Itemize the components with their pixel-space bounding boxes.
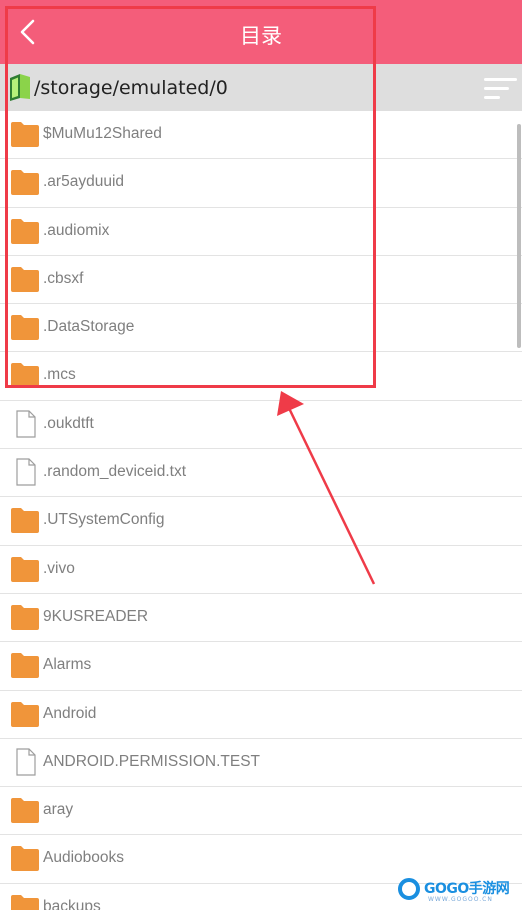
file-list-item[interactable]: Alarms bbox=[0, 642, 522, 691]
folder-icon bbox=[10, 555, 40, 583]
file-name: $MuMu12Shared bbox=[43, 125, 162, 142]
folder-icon bbox=[10, 168, 40, 196]
file-list-item[interactable]: ANDROID.PERMISSION.TEST bbox=[0, 739, 522, 788]
folder-icon bbox=[10, 603, 40, 631]
file-name: Android bbox=[43, 704, 97, 722]
file-name: 9KUSREADER bbox=[43, 607, 149, 625]
file-name: Alarms bbox=[43, 656, 92, 674]
file-list-item[interactable]: aray bbox=[0, 787, 522, 836]
file-name: .UTSystemConfig bbox=[43, 511, 165, 529]
file-list-item[interactable]: .ar5ayduuid bbox=[0, 159, 522, 208]
file-list-item[interactable]: .oukdtft bbox=[0, 401, 522, 450]
current-path: /storage/emulated/0 bbox=[34, 77, 228, 99]
file-list-item[interactable]: .UTSystemConfig bbox=[0, 497, 522, 546]
folder-icon bbox=[10, 700, 40, 728]
file-name: .ar5ayduuid bbox=[43, 173, 125, 191]
path-bar: /storage/emulated/0 bbox=[0, 64, 522, 111]
file-icon bbox=[10, 748, 40, 776]
watermark-text: GOGO手游网 bbox=[424, 881, 510, 897]
file-list: $MuMu12Shared .ar5ayduuid .audiomix .cbsxf.… bbox=[0, 111, 522, 910]
file-list-item[interactable]: .vivo bbox=[0, 546, 522, 594]
sort-button[interactable] bbox=[480, 76, 518, 102]
file-list-item[interactable]: 9KUSREADER bbox=[0, 594, 522, 643]
folder-icon bbox=[10, 120, 40, 148]
file-list-item[interactable]: .mcs bbox=[0, 352, 522, 401]
folder-icon bbox=[10, 844, 40, 872]
file-icon bbox=[10, 410, 40, 438]
file-list-item[interactable]: .random_deviceid.txt bbox=[0, 449, 522, 498]
file-name: .audiomix bbox=[43, 221, 110, 239]
file-name: backups bbox=[43, 897, 101, 910]
folder-icon bbox=[10, 217, 40, 245]
app-header: 目录 bbox=[0, 0, 522, 64]
file-icon bbox=[10, 458, 40, 486]
file-name: .DataStorage bbox=[43, 318, 135, 336]
folder-icon bbox=[10, 506, 40, 534]
file-name: aray bbox=[43, 801, 74, 819]
folder-icon bbox=[10, 651, 40, 679]
scrollbar[interactable] bbox=[517, 124, 521, 348]
file-name: .random_deviceid.txt bbox=[43, 463, 187, 481]
file-name: .oukdtft bbox=[43, 414, 94, 432]
file-name: .cbsxf bbox=[43, 269, 84, 287]
file-list-item[interactable]: $MuMu12Shared bbox=[0, 111, 522, 160]
folder-icon bbox=[10, 361, 40, 389]
folder-icon bbox=[10, 893, 40, 910]
file-list-item[interactable]: .cbsxf bbox=[0, 256, 522, 305]
file-list-item[interactable]: .DataStorage bbox=[0, 304, 522, 353]
watermark-icon bbox=[398, 878, 420, 900]
file-name: Audiobooks bbox=[43, 849, 125, 867]
file-name: .mcs bbox=[43, 366, 76, 384]
file-name: .vivo bbox=[43, 559, 75, 577]
folder-icon bbox=[10, 796, 40, 824]
storage-icon bbox=[10, 74, 30, 101]
page-title: 目录 bbox=[240, 24, 282, 48]
file-list-item[interactable]: .audiomix bbox=[0, 208, 522, 256]
file-list-item[interactable]: Android bbox=[0, 691, 522, 739]
folder-icon bbox=[10, 313, 40, 341]
watermark-subtext: WWW.GOGOO.CN bbox=[428, 896, 493, 903]
folder-icon bbox=[10, 265, 40, 293]
file-name: ANDROID.PERMISSION.TEST bbox=[43, 752, 261, 770]
watermark-logo: GOGO手游网 WWW.GOGOO.CN bbox=[398, 874, 520, 908]
